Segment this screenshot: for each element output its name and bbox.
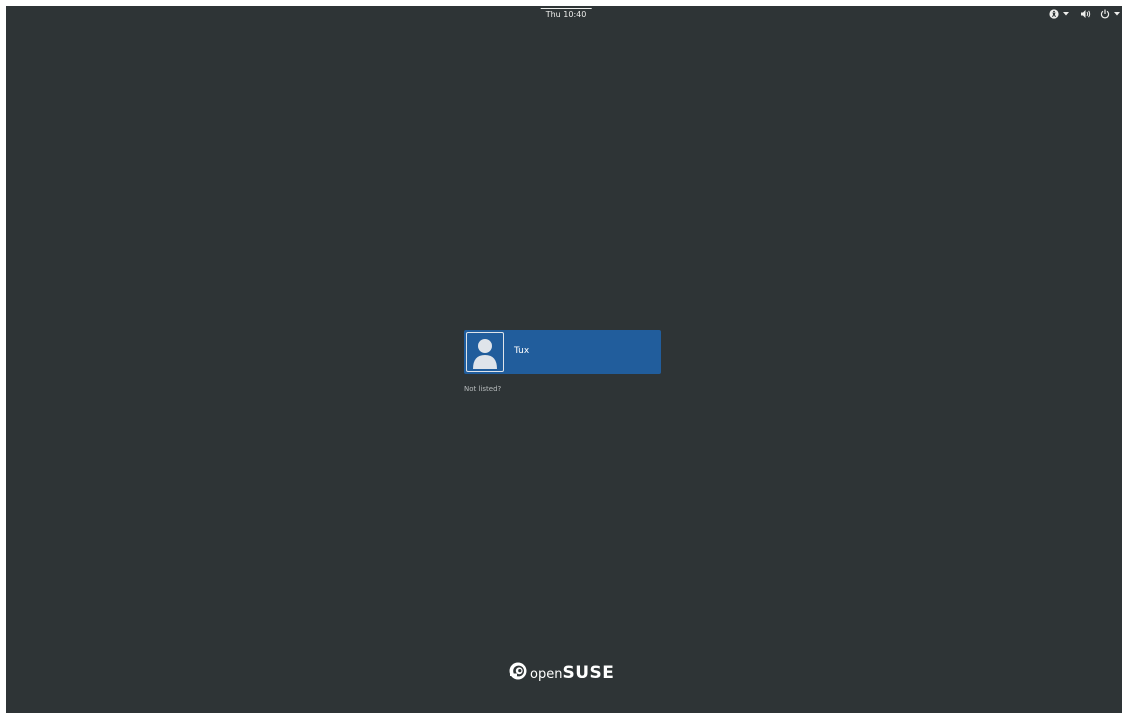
logo-name: SUSE bbox=[562, 663, 615, 683]
accessibility-icon bbox=[1049, 9, 1059, 19]
chevron-down-icon bbox=[1063, 12, 1069, 16]
volume-icon bbox=[1081, 9, 1092, 19]
power-icon bbox=[1100, 9, 1110, 19]
opensuse-logo: open SUSE bbox=[509, 662, 614, 684]
not-listed-link[interactable]: Not listed? bbox=[464, 384, 501, 394]
top-bar: Thu 10:40 bbox=[6, 6, 1122, 22]
logo-prefix: open bbox=[530, 667, 563, 682]
chevron-down-icon bbox=[1114, 12, 1120, 16]
opensuse-wordmark: open SUSE bbox=[530, 663, 614, 683]
login-screen: Thu 10:40 Tux Not listed? open SUSE bbox=[6, 6, 1122, 713]
user-avatar-icon bbox=[466, 332, 504, 372]
opensuse-logo-icon bbox=[509, 662, 527, 684]
user-list-item-tux[interactable]: Tux bbox=[464, 330, 661, 374]
user-name: Tux bbox=[514, 346, 530, 356]
accessibility-menu[interactable] bbox=[1049, 9, 1069, 19]
system-menu[interactable] bbox=[1081, 9, 1120, 19]
status-area bbox=[1037, 8, 1120, 20]
clock[interactable]: Thu 10:40 bbox=[540, 8, 592, 21]
